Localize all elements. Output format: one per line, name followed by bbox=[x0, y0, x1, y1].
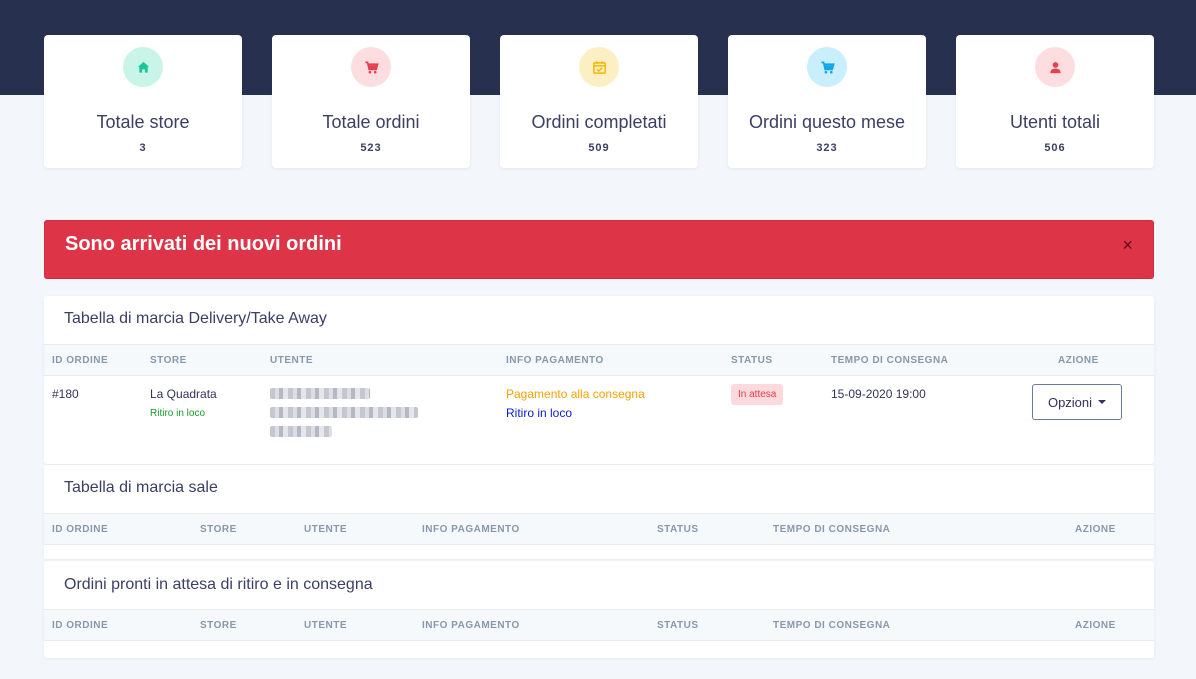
column-header-store: STORE bbox=[150, 355, 187, 366]
stat-value: 506 bbox=[1044, 142, 1066, 154]
column-header-action: AZIONE bbox=[1075, 524, 1116, 535]
status-badge: In attesa bbox=[731, 384, 784, 405]
sale-table: Tabella di marcia sale ID ORDINE STORE U… bbox=[44, 465, 1154, 559]
stat-label: Totale store bbox=[96, 112, 190, 132]
column-header-order-id: ID ORDINE bbox=[52, 524, 109, 535]
stat-label: Ordini completati bbox=[531, 112, 667, 132]
ready-orders-table: Ordini pronti in attesa di ritiro e in c… bbox=[44, 561, 1154, 658]
table-header: ID ORDINE STORE UTENTE INFO PAGAMENTO ST… bbox=[44, 609, 1154, 641]
stat-label: Totale ordini bbox=[322, 112, 420, 132]
stat-value: 323 bbox=[816, 142, 838, 154]
delivery-takeaway-table: Tabella di marcia Delivery/Take Away ID … bbox=[44, 296, 1154, 464]
redacted-user-phone bbox=[270, 426, 332, 437]
column-header-user: UTENTE bbox=[304, 524, 347, 535]
options-button-label: Opzioni bbox=[1047, 394, 1093, 410]
redacted-user-email bbox=[270, 407, 418, 418]
cart-icon bbox=[807, 47, 847, 87]
table-title: Tabella di marcia Delivery/Take Away bbox=[64, 310, 327, 327]
stat-card-total-stores: Totale store 3 bbox=[44, 35, 242, 168]
column-header-store: STORE bbox=[200, 620, 237, 631]
delivery-type: Ritiro in loco bbox=[506, 406, 573, 420]
table-title: Tabella di marcia sale bbox=[64, 479, 218, 496]
stat-card-completed-orders: Ordini completati 509 bbox=[500, 35, 698, 168]
stat-label: Ordini questo mese bbox=[748, 112, 906, 132]
column-header-status: STATUS bbox=[657, 620, 699, 631]
home-icon bbox=[123, 47, 163, 87]
column-header-payment-info: INFO PAGAMENTO bbox=[422, 524, 520, 535]
caret-down-icon bbox=[1098, 400, 1107, 404]
column-header-status: STATUS bbox=[657, 524, 699, 535]
column-header-action: AZIONE bbox=[1075, 620, 1116, 631]
options-dropdown-button[interactable]: Opzioni bbox=[1032, 384, 1122, 420]
store-subtype: Ritiro in loco bbox=[150, 408, 206, 419]
column-header-payment-info: INFO PAGAMENTO bbox=[422, 620, 520, 631]
stat-value: 3 bbox=[139, 142, 147, 154]
table-header: ID ORDINE STORE UTENTE INFO PAGAMENTO ST… bbox=[44, 344, 1154, 376]
payment-method: Pagamento alla consegna bbox=[506, 387, 645, 401]
column-header-action: AZIONE bbox=[1058, 355, 1099, 366]
stat-card-orders-this-month: Ordini questo mese 323 bbox=[728, 35, 926, 168]
column-header-status: STATUS bbox=[731, 355, 773, 366]
column-header-user: UTENTE bbox=[304, 620, 347, 631]
stat-card-total-users: Utenti totali 506 bbox=[956, 35, 1154, 168]
column-header-delivery-time: TEMPO DI CONSEGNA bbox=[773, 524, 891, 535]
column-header-delivery-time: TEMPO DI CONSEGNA bbox=[773, 620, 891, 631]
table-title: Ordini pronti in attesa di ritiro e in c… bbox=[64, 576, 373, 593]
stat-value: 509 bbox=[588, 142, 610, 154]
column-header-order-id: ID ORDINE bbox=[52, 355, 109, 366]
store-name: La Quadrata bbox=[150, 387, 217, 401]
column-header-order-id: ID ORDINE bbox=[52, 620, 109, 631]
column-header-payment-info: INFO PAGAMENTO bbox=[506, 355, 604, 366]
stat-card-total-orders: Totale ordini 523 bbox=[272, 35, 470, 168]
column-header-delivery-time: TEMPO DI CONSEGNA bbox=[831, 355, 949, 366]
delivery-time: 15-09-2020 19:00 bbox=[831, 387, 926, 401]
order-id: #180 bbox=[52, 387, 79, 401]
user-icon bbox=[1035, 47, 1075, 87]
cart-icon bbox=[351, 47, 391, 87]
column-header-user: UTENTE bbox=[270, 355, 313, 366]
new-orders-alert: Sono arrivati dei nuovi ordini × bbox=[44, 220, 1154, 279]
stat-label: Utenti totali bbox=[1009, 112, 1101, 132]
redacted-user-name bbox=[270, 388, 370, 399]
calendar-check-icon bbox=[579, 47, 619, 87]
stat-value: 523 bbox=[360, 142, 382, 154]
table-header: ID ORDINE STORE UTENTE INFO PAGAMENTO ST… bbox=[44, 513, 1154, 545]
alert-message: Sono arrivati dei nuovi ordini bbox=[65, 233, 342, 255]
close-icon[interactable]: × bbox=[1122, 235, 1133, 256]
column-header-store: STORE bbox=[200, 524, 237, 535]
